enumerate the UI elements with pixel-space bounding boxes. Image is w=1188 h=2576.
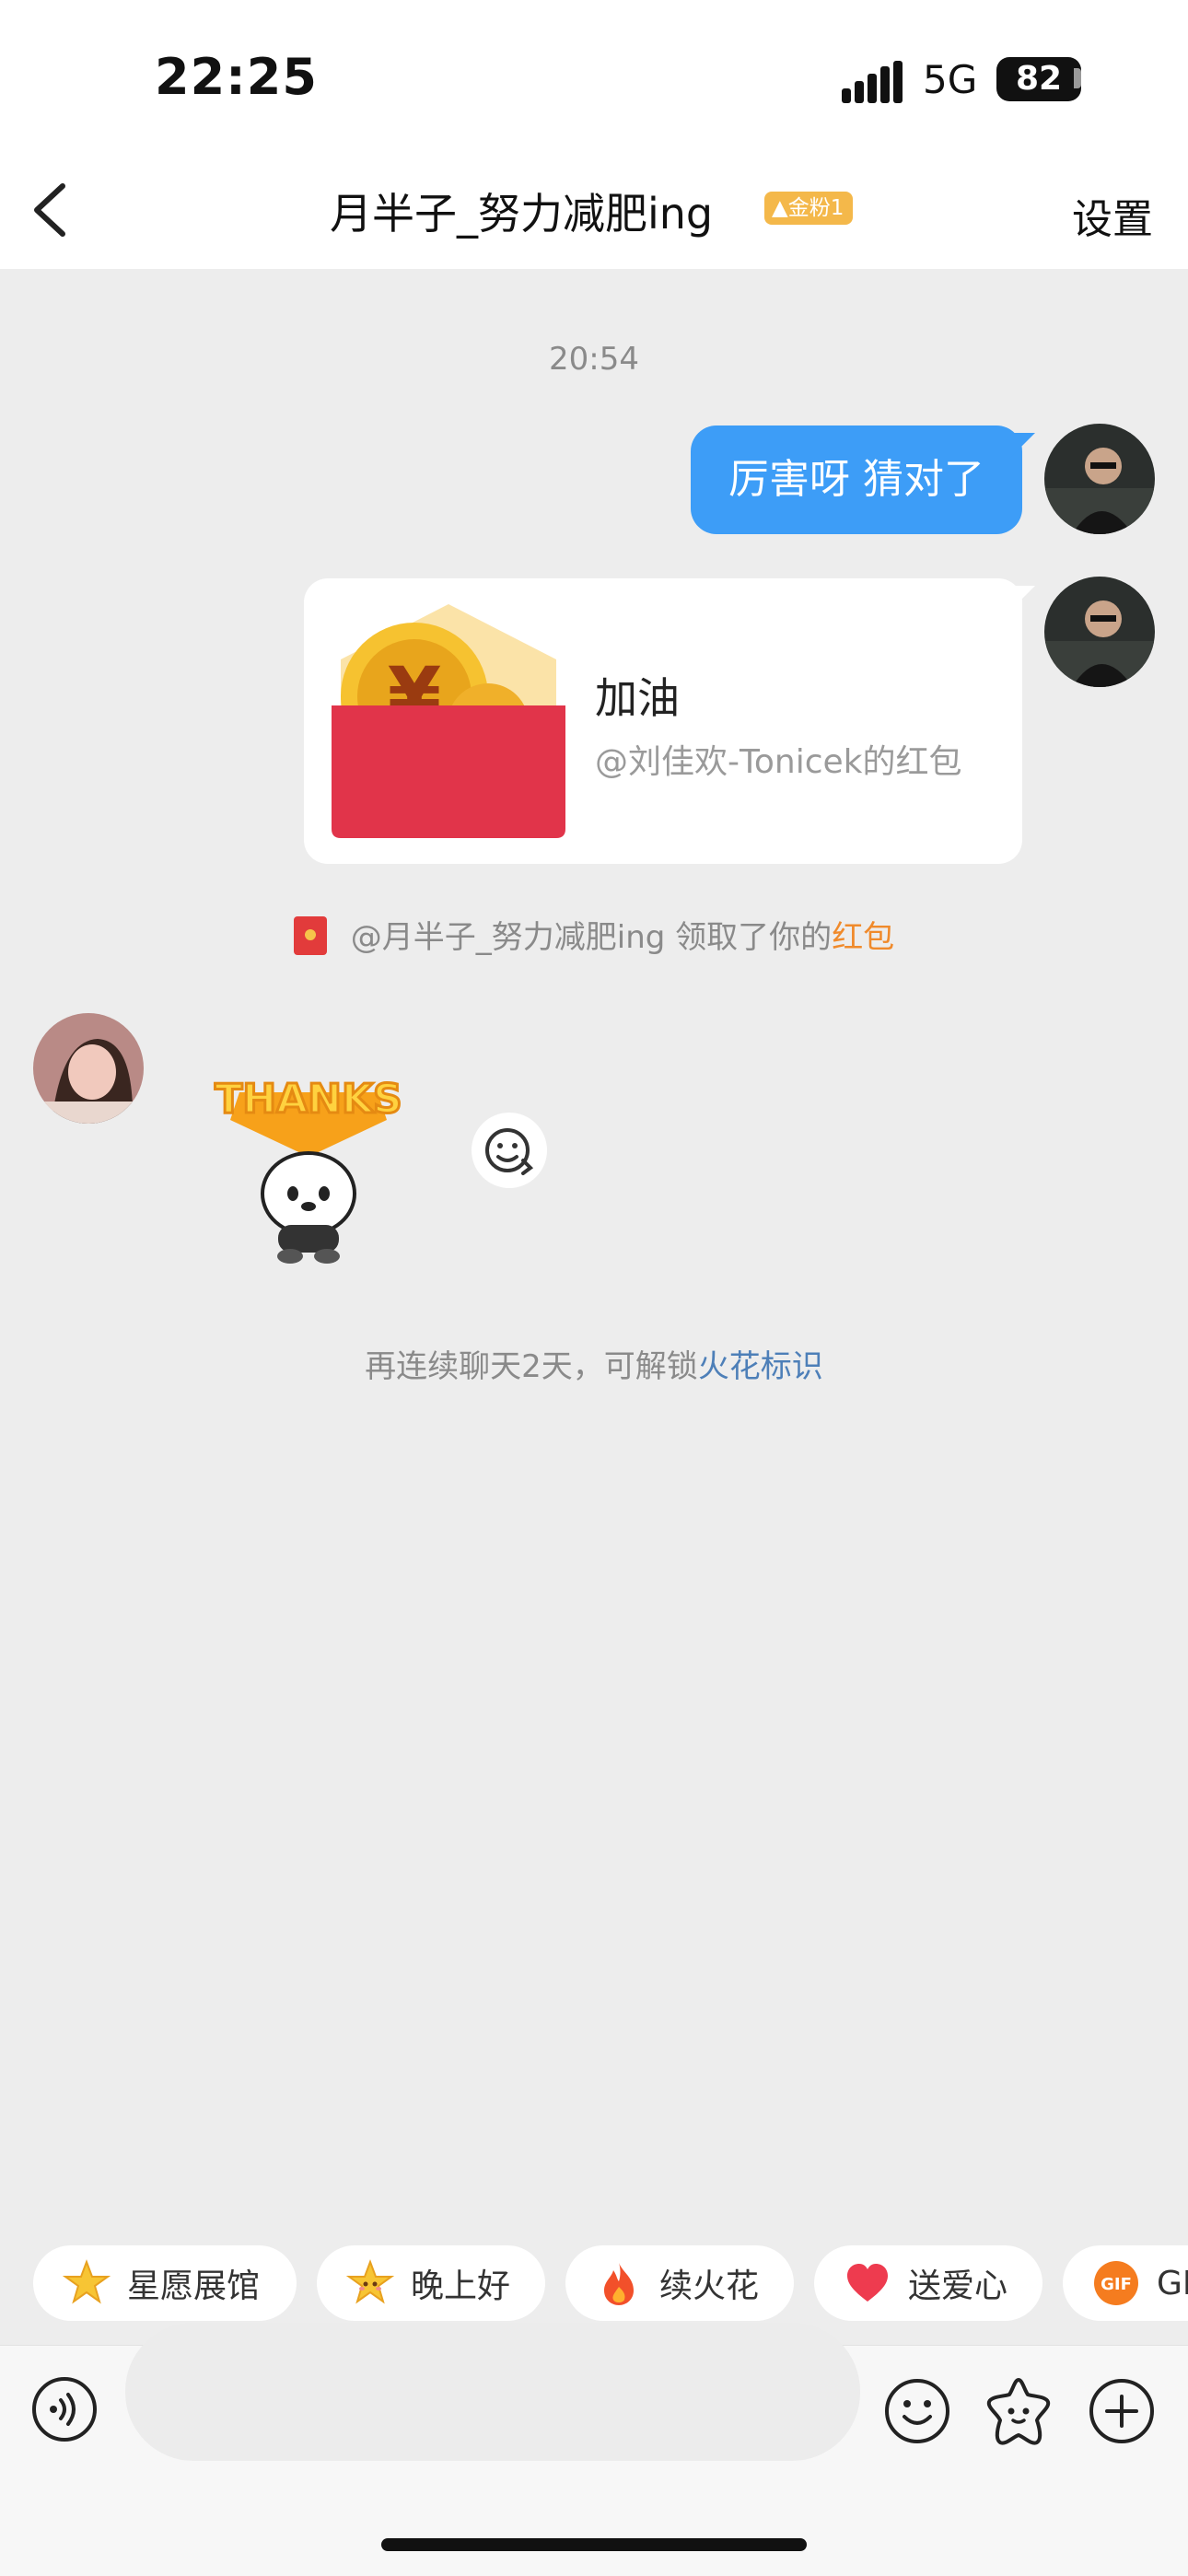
red-packet-subtitle: @刘佳欢-Tonicek的红包: [595, 743, 962, 781]
streak-text: 再连续聊天2天，可解锁: [365, 1348, 698, 1385]
bubble-tail: [1009, 433, 1035, 459]
quick-action-xingyuan[interactable]: 星愿展馆: [33, 2245, 297, 2321]
chevron-left-icon[interactable]: [22, 173, 87, 247]
notice-text: @月半子_努力减肥ing 领取了你的: [350, 919, 833, 956]
emoji-icon[interactable]: [882, 2376, 952, 2446]
voice-icon[interactable]: [29, 2374, 99, 2444]
quick-action-label: 续火花: [659, 2267, 760, 2305]
sticker-star-icon[interactable]: [982, 2374, 1055, 2448]
quick-action-gif[interactable]: GIF GI: [1063, 2245, 1188, 2321]
network-label: 5G: [923, 57, 978, 102]
message-input[interactable]: [125, 2323, 860, 2461]
battery-indicator: 82: [996, 57, 1081, 101]
my-avatar[interactable]: [1044, 577, 1155, 687]
fan-badge-label: 金粉1: [787, 196, 844, 220]
bubble-tail: [1009, 586, 1035, 612]
chat-title[interactable]: 月半子_努力减肥ing: [330, 181, 713, 241]
quick-action-continue-spark[interactable]: 续火花: [565, 2245, 794, 2321]
smiling-star-icon: [346, 2259, 394, 2307]
svg-text:GIF: GIF: [1101, 2275, 1132, 2294]
plus-icon[interactable]: [1087, 2376, 1157, 2446]
home-indicator: [381, 2538, 807, 2551]
streak-notice: 再连续聊天2天，可解锁火花标识: [0, 1341, 1188, 1386]
star-icon: [63, 2259, 111, 2307]
fan-level-badge: ▲金粉1: [764, 192, 854, 225]
gif-icon: GIF: [1092, 2259, 1140, 2307]
fire-icon: [595, 2259, 643, 2307]
sticker-text: THANKS: [215, 1076, 402, 1123]
settings-button[interactable]: 设置: [1072, 186, 1153, 245]
contact-avatar[interactable]: [33, 1013, 144, 1124]
red-packet-small-icon: [293, 915, 327, 955]
status-time: 22:25: [155, 48, 318, 106]
quick-action-label: 星愿展馆: [127, 2267, 261, 2305]
heart-icon: [844, 2259, 891, 2307]
spark-badge-link[interactable]: 火花标识: [698, 1348, 823, 1385]
signal-icon: [842, 61, 903, 103]
quick-action-send-love[interactable]: 送爱心: [814, 2245, 1042, 2321]
message-timestamp: 20:54: [549, 341, 639, 378]
red-packet-title: 加油: [595, 673, 680, 723]
my-avatar[interactable]: [1044, 424, 1155, 534]
outgoing-text-bubble[interactable]: 厉害呀 猜对了: [691, 425, 1022, 534]
quick-action-good-evening[interactable]: 晚上好: [317, 2245, 545, 2321]
battery-tip: [1074, 68, 1081, 88]
quick-action-label: 送爱心: [908, 2267, 1008, 2305]
quick-action-label: GI: [1157, 2264, 1188, 2302]
red-packet-link[interactable]: 红包: [832, 919, 894, 956]
packet-received-notice: @月半子_努力减肥ing 领取了你的红包: [0, 912, 1188, 959]
add-reaction-icon[interactable]: [472, 1113, 547, 1188]
crown-icon: ▲: [772, 196, 788, 220]
quick-action-label: 晚上好: [411, 2267, 511, 2305]
red-packet-icon: ¥: [332, 604, 565, 838]
thanks-sticker[interactable]: THANKS: [193, 1055, 424, 1267]
